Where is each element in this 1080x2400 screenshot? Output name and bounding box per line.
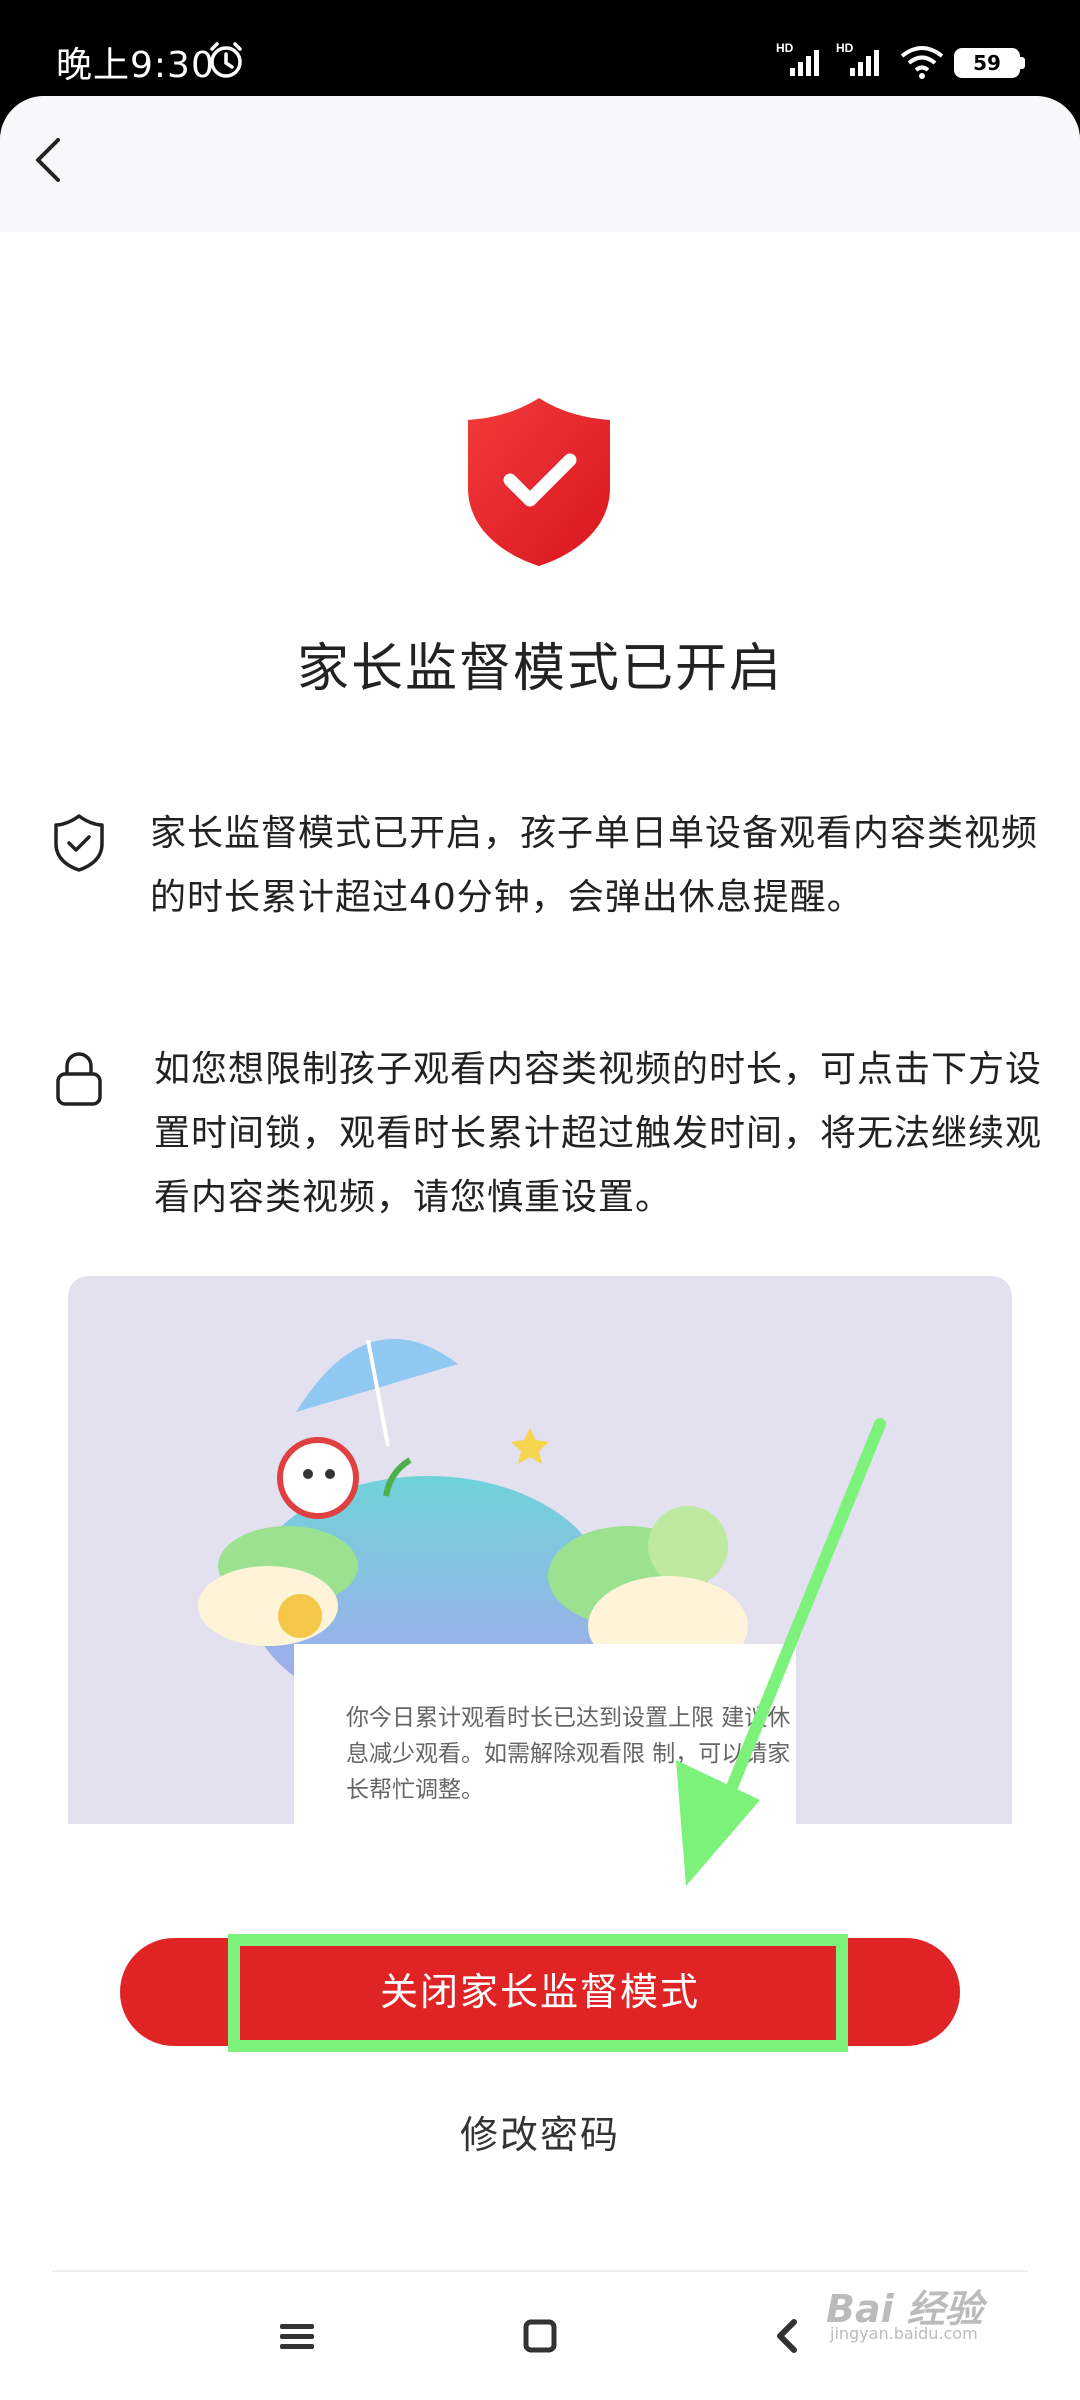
watermark-subtext: jingyan.baidu.com (830, 2324, 978, 2343)
watermark: Bai 经验 jingyan.baidu.com (826, 2278, 1026, 2343)
annotation-arrow (676, 1418, 886, 1886)
